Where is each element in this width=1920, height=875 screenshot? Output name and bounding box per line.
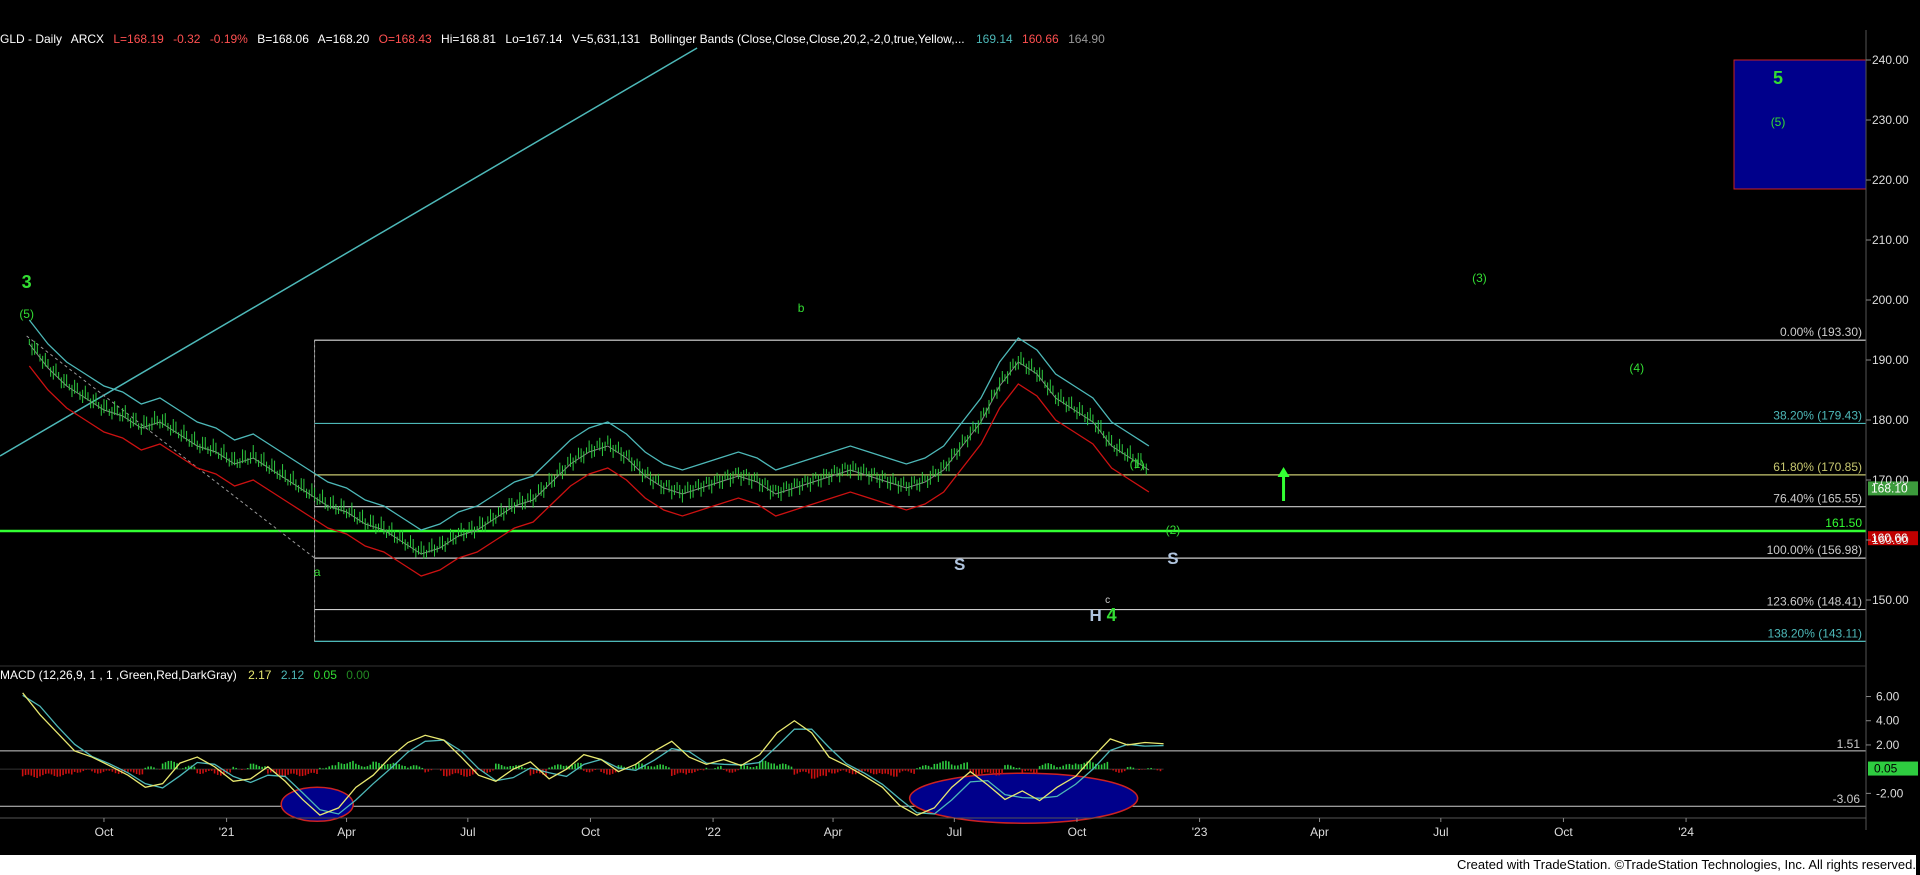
macd-y-tick-label: 4.00 bbox=[1876, 714, 1900, 728]
fib-label: 0.00% (193.30) bbox=[1780, 325, 1862, 339]
x-tick-label: Oct bbox=[1554, 825, 1573, 839]
chart-svg: GLD - Daily ARCX L=168.19 -0.32 -0.19% B… bbox=[0, 30, 1918, 839]
price-y-tick-label: 240.00 bbox=[1872, 53, 1909, 67]
support-label: 161.50 bbox=[1825, 516, 1862, 530]
wave-label: 5 bbox=[1773, 68, 1783, 88]
macd-ref-label: -3.06 bbox=[1833, 792, 1861, 806]
bid-value: B=168.06 bbox=[257, 32, 309, 46]
trendline bbox=[0, 47, 698, 457]
wave-label: (2) bbox=[1166, 523, 1181, 537]
macd-panel: 1.51 -3.06 0.05 bbox=[0, 692, 1918, 824]
wave-label: a bbox=[314, 565, 321, 579]
x-tick-label: Apr bbox=[824, 825, 843, 839]
price-panel: 0.00% (193.30) 38.20% (179.43) 61.80% (170… bbox=[0, 47, 1918, 642]
fib-label: 38.20% (179.43) bbox=[1773, 408, 1862, 422]
bb-lower-value: 160.66 bbox=[1022, 32, 1059, 46]
symbol-label: GLD - Daily bbox=[0, 32, 62, 46]
x-tick-label: Oct bbox=[581, 825, 600, 839]
price-y-tick-label: 150.00 bbox=[1872, 593, 1909, 607]
wave-guide-dashed bbox=[26, 335, 315, 559]
wave-label: S bbox=[954, 555, 965, 574]
price-y-tick-label: 170.00 bbox=[1872, 473, 1909, 487]
fib-label: 61.80% (170.85) bbox=[1773, 460, 1862, 474]
exchange-label: ARCX bbox=[71, 32, 104, 46]
macd-value-tag-label: 0.05 bbox=[1874, 762, 1898, 776]
x-tick-label: Oct bbox=[1068, 825, 1087, 839]
high-value: Hi=168.81 bbox=[441, 32, 496, 46]
change-value: -0.32 bbox=[173, 32, 201, 46]
wave-label: c bbox=[1105, 595, 1110, 606]
fib-label: 76.40% (165.55) bbox=[1773, 492, 1862, 506]
header-text: GLD - Daily ARCX L=168.19 -0.32 -0.19% B… bbox=[0, 32, 1105, 46]
price-y-tick-label: 180.00 bbox=[1872, 413, 1909, 427]
x-tick-label: '24 bbox=[1678, 825, 1694, 839]
price-y-tick-label: 200.00 bbox=[1872, 293, 1909, 307]
axes: 240.00 230.00 220.00 210.00 200.00 190.00 180.… bbox=[0, 30, 1909, 839]
x-tick-label: Jul bbox=[460, 825, 475, 839]
macd-value-3: 0.05 bbox=[314, 668, 338, 682]
chart-area: GLD - Daily ARCX L=168.19 -0.32 -0.19% B… bbox=[0, 30, 1920, 865]
price-y-tick-label: 190.00 bbox=[1872, 353, 1909, 367]
x-tick-label: '21 bbox=[219, 825, 235, 839]
bb-upper-line bbox=[28, 319, 1150, 531]
macd-value-4: 0.00 bbox=[346, 668, 370, 682]
macd-value-2: 2.12 bbox=[281, 668, 305, 682]
macd-ref-label: 1.51 bbox=[1837, 737, 1861, 751]
macd-label: MACD (12,26,9, 1 , 1 ,Green,Red,DarkGray… bbox=[0, 668, 237, 682]
open-value: O=168.43 bbox=[379, 32, 432, 46]
macd-value-1: 2.17 bbox=[248, 668, 272, 682]
price-y-tick-label: 160.00 bbox=[1872, 533, 1909, 547]
wave-label: 4 bbox=[1107, 605, 1117, 625]
up-arrow-head bbox=[1277, 467, 1290, 477]
footer-credit: Created with TradeStation. ©TradeStation… bbox=[0, 855, 1916, 875]
study-label: Bollinger Bands (Close,Close,Close,20,2,… bbox=[650, 32, 965, 46]
wave-label: b bbox=[798, 301, 805, 315]
x-tick-label: Apr bbox=[337, 825, 356, 839]
wave-label: (1) bbox=[1130, 457, 1145, 471]
fib-box bbox=[314, 339, 1867, 642]
wave-label: (3) bbox=[1472, 271, 1487, 285]
macd-y-tick-label: -2.00 bbox=[1876, 786, 1904, 800]
macd-y-tick-label: 6.00 bbox=[1876, 690, 1900, 704]
x-tick-label: Apr bbox=[1310, 825, 1329, 839]
bb-upper-value: 169.14 bbox=[976, 32, 1013, 46]
low-value: Lo=167.14 bbox=[505, 32, 562, 46]
x-tick-label: Oct bbox=[95, 825, 114, 839]
wave-label: S bbox=[1167, 549, 1178, 568]
wave-label: 3 bbox=[22, 272, 32, 292]
price-y-tick-label: 230.00 bbox=[1872, 113, 1909, 127]
macd-y-tick-label: 2.00 bbox=[1876, 738, 1900, 752]
fib-label: 100.00% (156.98) bbox=[1767, 543, 1862, 557]
top-bar bbox=[0, 0, 1920, 30]
wave-label: (5) bbox=[1771, 115, 1786, 129]
pct-value: -0.19% bbox=[210, 32, 248, 46]
target-box bbox=[1733, 59, 1867, 190]
price-y-tick-label: 210.00 bbox=[1872, 233, 1909, 247]
wave-label: H bbox=[1089, 606, 1101, 625]
x-tick-label: '22 bbox=[705, 825, 721, 839]
x-tick-label: '23 bbox=[1192, 825, 1208, 839]
macd-header-text: MACD (12,26,9, 1 , 1 ,Green,Red,DarkGray… bbox=[0, 668, 370, 682]
last-value: L=168.19 bbox=[113, 32, 164, 46]
bb-mid-value: 164.90 bbox=[1068, 32, 1105, 46]
ask-value: A=168.20 bbox=[318, 32, 370, 46]
wave-label: (4) bbox=[1629, 361, 1644, 375]
volume-value: V=5,631,131 bbox=[572, 32, 641, 46]
fib-label: 123.60% (148.41) bbox=[1767, 595, 1862, 609]
x-tick-label: Jul bbox=[947, 825, 962, 839]
fib-label: 138.20% (143.11) bbox=[1767, 626, 1862, 640]
wave-label: (5) bbox=[19, 307, 34, 321]
x-tick-label: Jul bbox=[1433, 825, 1448, 839]
price-y-tick-label: 220.00 bbox=[1872, 173, 1909, 187]
